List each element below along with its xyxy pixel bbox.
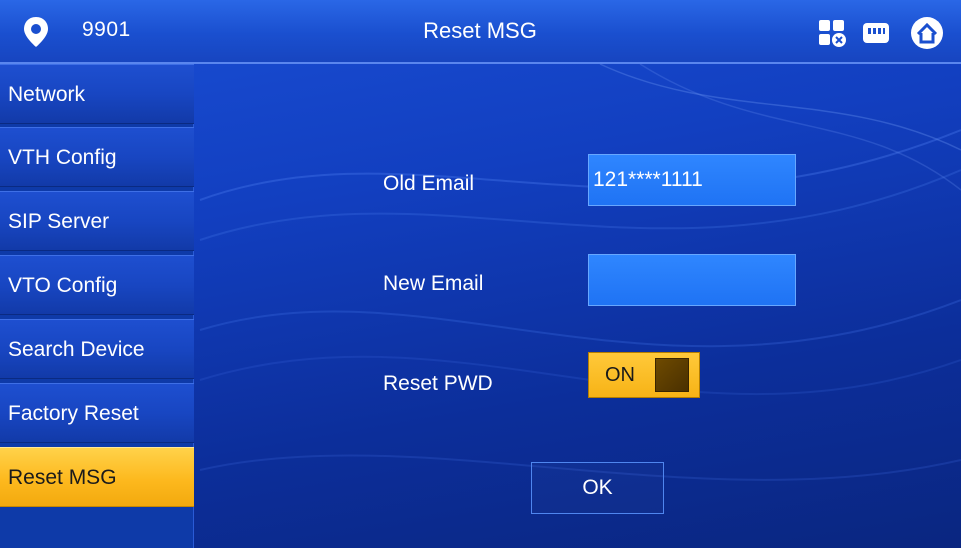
new-email-field[interactable]	[588, 254, 796, 306]
sidebar-item-vth-config[interactable]: VTH Config	[0, 127, 194, 187]
toggle-knob	[655, 358, 689, 392]
reset-pwd-toggle[interactable]: ON	[588, 352, 700, 398]
sidebar-item-label: Reset MSG	[8, 466, 117, 489]
sidebar-item-reset-msg[interactable]: Reset MSG	[0, 447, 194, 507]
settings-sidebar: Network VTH Config SIP Server VTO Config…	[0, 64, 194, 548]
sidebar-item-label: Network	[8, 83, 86, 106]
sidebar-item-network[interactable]: Network	[0, 64, 194, 124]
sidebar-item-vto-config[interactable]: VTO Config	[0, 255, 194, 315]
network-status-icon[interactable]	[817, 18, 847, 48]
reset-pwd-label: Reset PWD	[383, 372, 493, 395]
old-email-label: Old Email	[383, 172, 475, 195]
page-title: Reset MSG	[423, 18, 537, 43]
home-icon[interactable]	[910, 16, 944, 50]
sidebar-item-label: Search Device	[8, 338, 145, 361]
toggle-state-text: ON	[605, 364, 635, 386]
sidebar-item-factory-reset[interactable]: Factory Reset	[0, 383, 194, 443]
new-email-label: New Email	[383, 272, 484, 295]
card-icon[interactable]	[861, 18, 891, 48]
screen: 9901 Reset MSG Network VTH Config SIP Se…	[0, 0, 961, 548]
top-bar: 9901 Reset MSG	[0, 0, 961, 64]
sidebar-item-label: VTH Config	[8, 146, 117, 169]
sidebar-item-label: Factory Reset	[8, 402, 139, 425]
room-number: 9901	[82, 18, 131, 41]
sidebar-item-sip-server[interactable]: SIP Server	[0, 191, 194, 251]
old-email-field[interactable]: 121****1111	[588, 154, 796, 206]
sidebar-item-label: SIP Server	[8, 210, 110, 233]
sidebar-item-label: VTO Config	[8, 274, 118, 297]
sidebar-item-search-device[interactable]: Search Device	[0, 319, 194, 379]
location-pin-icon	[24, 17, 48, 47]
ok-button[interactable]: OK	[531, 462, 664, 514]
